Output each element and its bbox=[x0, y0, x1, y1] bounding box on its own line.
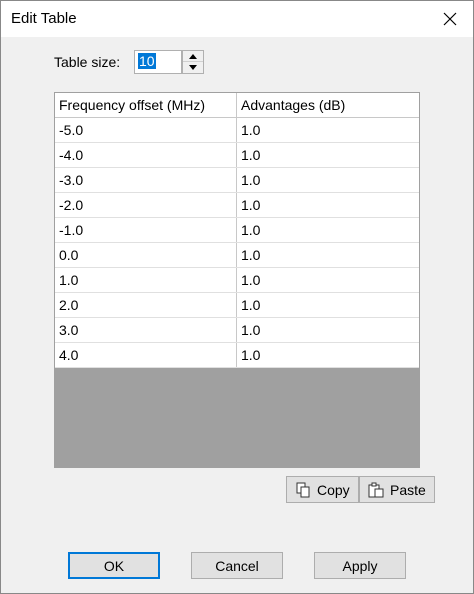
copy-icon bbox=[296, 482, 310, 497]
table-size-label: Table size: bbox=[54, 54, 121, 70]
paste-label: Paste bbox=[390, 481, 426, 498]
advantage-cell[interactable]: 1.0 bbox=[237, 293, 419, 317]
cancel-button[interactable]: Cancel bbox=[191, 552, 283, 579]
title-bar: Edit Table bbox=[1, 1, 473, 37]
advantage-cell[interactable]: 1.0 bbox=[237, 118, 419, 142]
table-row[interactable]: -4.0 1.0 bbox=[55, 143, 419, 168]
advantage-cell[interactable]: 1.0 bbox=[237, 343, 419, 367]
close-button[interactable] bbox=[427, 1, 473, 37]
advantage-cell[interactable]: 1.0 bbox=[237, 168, 419, 192]
table-row[interactable]: -5.0 1.0 bbox=[55, 118, 419, 143]
table-row[interactable]: -2.0 1.0 bbox=[55, 193, 419, 218]
close-icon bbox=[443, 12, 457, 26]
table-row[interactable]: 2.0 1.0 bbox=[55, 293, 419, 318]
copy-label: Copy bbox=[317, 481, 350, 498]
chevron-up-icon bbox=[189, 53, 197, 59]
frequency-cell[interactable]: 3.0 bbox=[55, 318, 237, 342]
table-row[interactable]: -1.0 1.0 bbox=[55, 218, 419, 243]
frequency-cell[interactable]: -4.0 bbox=[55, 143, 237, 167]
advantage-cell[interactable]: 1.0 bbox=[237, 193, 419, 217]
frequency-cell[interactable]: -1.0 bbox=[55, 218, 237, 242]
table-row[interactable]: 1.0 1.0 bbox=[55, 268, 419, 293]
apply-button[interactable]: Apply bbox=[314, 552, 406, 579]
table-header: Frequency offset (MHz) Advantages (dB) bbox=[55, 93, 419, 118]
chevron-down-icon bbox=[189, 65, 197, 70]
column-header-frequency[interactable]: Frequency offset (MHz) bbox=[55, 93, 237, 117]
spin-up-button[interactable] bbox=[183, 51, 203, 62]
table-row[interactable]: 4.0 1.0 bbox=[55, 343, 419, 368]
frequency-cell[interactable]: 2.0 bbox=[55, 293, 237, 317]
advantage-cell[interactable]: 1.0 bbox=[237, 143, 419, 167]
column-header-advantages[interactable]: Advantages (dB) bbox=[237, 93, 419, 117]
ok-button[interactable]: OK bbox=[68, 552, 160, 579]
paste-button[interactable]: Paste bbox=[359, 476, 435, 503]
table-row[interactable]: -3.0 1.0 bbox=[55, 168, 419, 193]
frequency-cell[interactable]: 4.0 bbox=[55, 343, 237, 367]
table-size-input[interactable]: 10 bbox=[134, 50, 182, 74]
advantage-cell[interactable]: 1.0 bbox=[237, 243, 419, 267]
advantage-cell[interactable]: 1.0 bbox=[237, 318, 419, 342]
frequency-cell[interactable]: -2.0 bbox=[55, 193, 237, 217]
edit-table-dialog: Edit Table Table size: 10 Frequency offs… bbox=[0, 0, 474, 594]
ok-label: OK bbox=[103, 557, 125, 574]
apply-label: Apply bbox=[342, 557, 378, 574]
frequency-cell[interactable]: -3.0 bbox=[55, 168, 237, 192]
edit-table-grid[interactable]: Frequency offset (MHz) Advantages (dB) -… bbox=[54, 92, 420, 468]
table-size-spinner[interactable] bbox=[182, 50, 204, 74]
paste-icon bbox=[368, 482, 384, 497]
table-row[interactable]: 0.0 1.0 bbox=[55, 243, 419, 268]
table-size-value: 10 bbox=[138, 53, 156, 69]
advantage-cell[interactable]: 1.0 bbox=[237, 268, 419, 292]
frequency-cell[interactable]: -5.0 bbox=[55, 118, 237, 142]
frequency-cell[interactable]: 1.0 bbox=[55, 268, 237, 292]
copy-button[interactable]: Copy bbox=[286, 476, 359, 503]
spin-down-button[interactable] bbox=[183, 62, 203, 73]
frequency-cell[interactable]: 0.0 bbox=[55, 243, 237, 267]
table-row[interactable]: 3.0 1.0 bbox=[55, 318, 419, 343]
advantage-cell[interactable]: 1.0 bbox=[237, 218, 419, 242]
window-title: Edit Table bbox=[11, 10, 77, 27]
cancel-label: Cancel bbox=[215, 557, 259, 574]
